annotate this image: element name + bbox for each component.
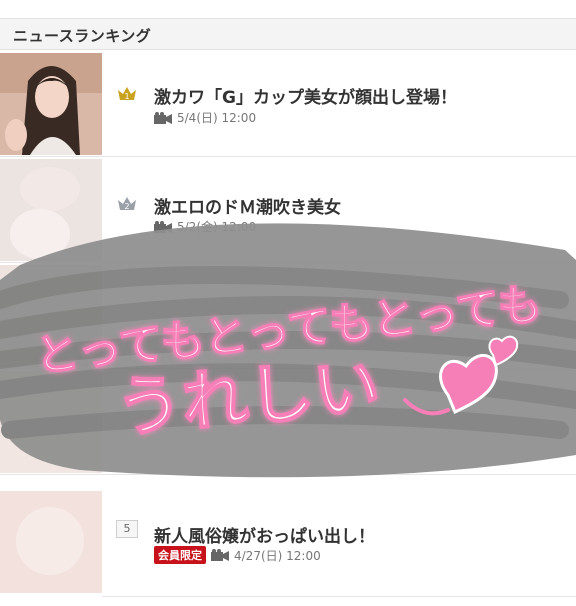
- ranking-item[interactable]: 2 激エロのドＭ潮吹き美女 5/2(金) 12:00: [0, 157, 576, 263]
- ranking-item[interactable]: 1 激カワ「G」カップ美女が顔出し登場！ 5/4(日) 12:00: [0, 51, 576, 157]
- news-date: 5/4(日) 12:00: [177, 111, 257, 125]
- top-spacer: [0, 0, 576, 18]
- crown-icon: 2: [118, 197, 136, 211]
- rank-crown-1: 1: [116, 84, 138, 102]
- thumbnail-image[interactable]: [0, 371, 102, 473]
- rank-number: 1: [124, 92, 129, 101]
- thumbnail-image[interactable]: [0, 159, 102, 261]
- crown-icon: 1: [118, 87, 136, 101]
- camera-icon: [154, 220, 172, 233]
- news-meta: 5/4(日) 12:00: [154, 109, 256, 126]
- thumbnail-image[interactable]: [0, 265, 102, 367]
- members-only-badge: 会員限定: [154, 546, 206, 564]
- news-meta: 会員限定 4/27(日) 12:00: [154, 546, 321, 564]
- divider: [102, 596, 576, 597]
- news-title[interactable]: 激カワ「G」カップ美女が顔出し登場！: [154, 83, 457, 108]
- thumbnail-image[interactable]: [0, 53, 102, 155]
- rank-crown-2: 2: [116, 194, 138, 212]
- news-title[interactable]: 新人風俗嬢がおっぱい出し！: [154, 522, 375, 547]
- ranking-title: ニュースランキング: [13, 27, 152, 45]
- ranking-header: ニュースランキング: [0, 18, 576, 50]
- ranking-item[interactable]: [0, 263, 576, 369]
- news-date: 5/2(金) 12:00: [177, 220, 257, 234]
- ranking-item[interactable]: [0, 369, 576, 475]
- news-title[interactable]: 激エロのドＭ潮吹き美女: [154, 193, 341, 218]
- camera-icon: [211, 549, 229, 561]
- ranking-item[interactable]: 5 新人風俗嬢がおっぱい出し！ 会員限定 4/27(日) 12:00: [0, 489, 576, 595]
- rank-number-box: 5: [116, 520, 138, 538]
- news-date: 4/27(日) 12:00: [234, 548, 321, 563]
- thumbnail-image[interactable]: [0, 491, 102, 593]
- news-meta: 5/2(金) 12:00: [154, 218, 256, 235]
- rank-number: 2: [124, 202, 129, 211]
- camera-icon: [154, 111, 172, 124]
